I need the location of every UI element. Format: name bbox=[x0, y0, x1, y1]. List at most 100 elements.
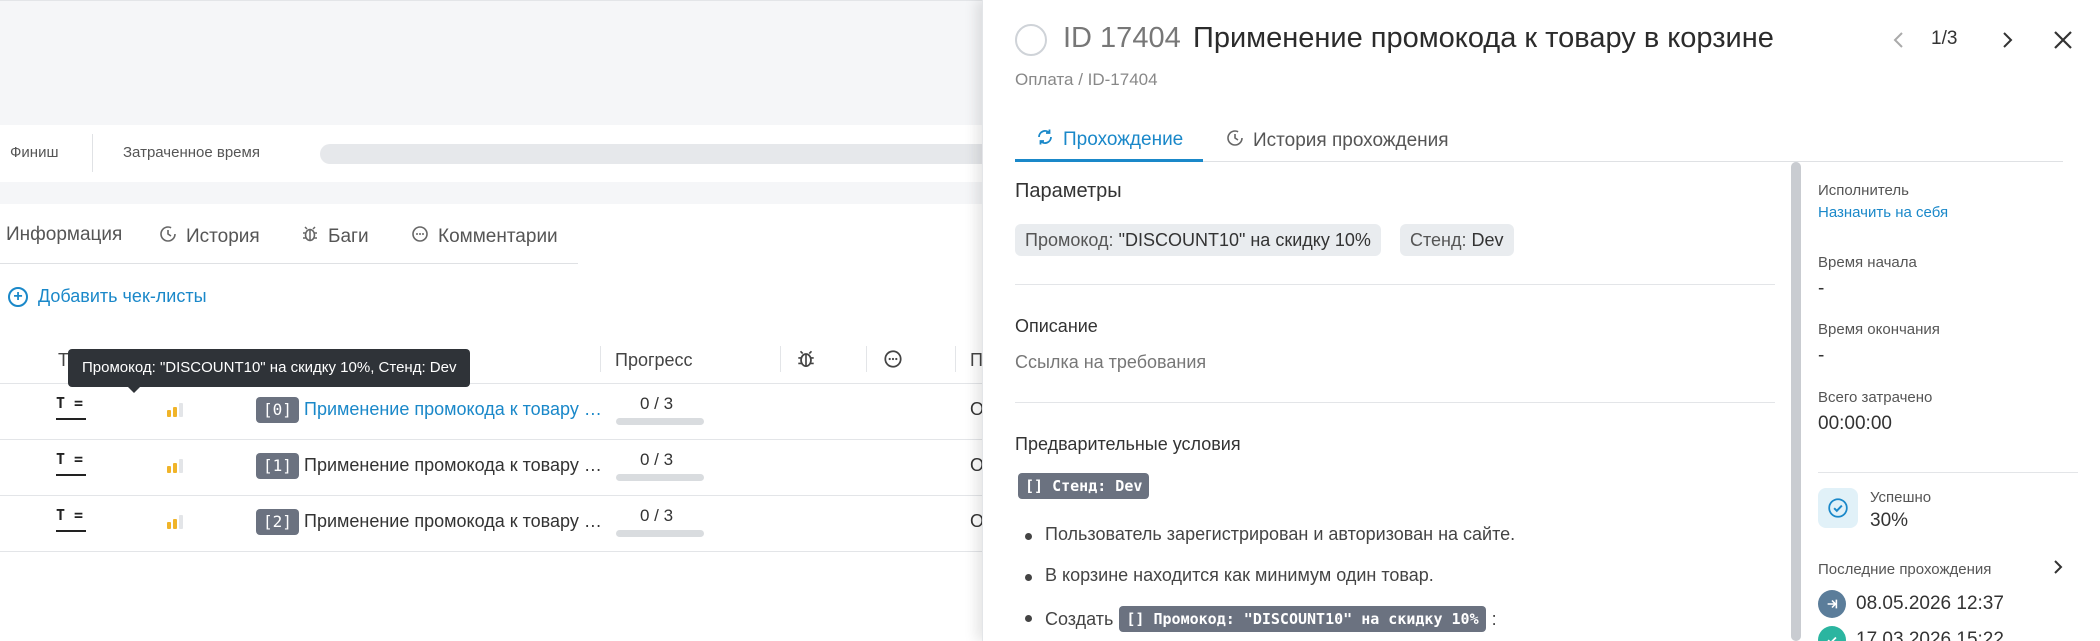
table-row[interactable]: T = [0] Применение промокода к товару в … bbox=[0, 384, 990, 440]
nav-counter: 1/3 bbox=[1931, 28, 1958, 49]
tab-information[interactable]: Информация bbox=[6, 224, 122, 246]
sync-icon bbox=[1035, 127, 1055, 153]
params-tooltip: Промокод: "DISCOUNT10" на скидку 10%, Ст… bbox=[68, 349, 471, 393]
divider bbox=[1015, 284, 1775, 285]
index-badge: [2] bbox=[256, 509, 299, 535]
priority-icon bbox=[167, 459, 183, 473]
run-sidebar: Исполнитель Назначить на себя Время нача… bbox=[1818, 162, 2078, 641]
time-spent-bar bbox=[320, 144, 1000, 164]
spacer-band bbox=[0, 182, 990, 204]
row-progress: 0 / 3 bbox=[640, 506, 674, 525]
time-spent-label: Затраченное время bbox=[123, 144, 260, 161]
comment-icon bbox=[882, 348, 904, 370]
index-badge: [0] bbox=[256, 397, 299, 423]
precondition-item: В корзине находится как минимум один тов… bbox=[1025, 565, 1434, 585]
run-datetime: 17.03.2026 15:22 bbox=[1856, 629, 2004, 641]
precondition-item: Пользователь зарегистрирован и авторизов… bbox=[1024, 524, 1516, 544]
tab-comments-label: Комментарии bbox=[438, 226, 558, 247]
scroll-thumb[interactable] bbox=[1791, 162, 1801, 641]
start-time-label: Время начала bbox=[1818, 254, 1917, 271]
param-value: "DISCOUNT10" на скидку 10% bbox=[1118, 230, 1371, 250]
tab-run[interactable]: Прохождение bbox=[1015, 120, 1204, 162]
success-check-icon bbox=[1818, 488, 1858, 528]
table-row[interactable]: T = [1] Применение промокода к товару в … bbox=[0, 440, 990, 496]
progress-bar bbox=[616, 418, 704, 425]
param-key: Стенд: bbox=[1410, 230, 1467, 250]
param-ref-chip: [] Промокод: "DISCOUNT10" на скидку 10% bbox=[1119, 606, 1486, 632]
column-last[interactable]: П bbox=[970, 350, 983, 371]
success-label: Успешно bbox=[1870, 489, 1932, 506]
divider bbox=[1818, 472, 2078, 473]
tab-history-label: История bbox=[186, 226, 260, 247]
add-checklists-label: Добавить чек-листы bbox=[38, 286, 207, 306]
history-icon bbox=[158, 224, 178, 250]
total-time-value: 00:00:00 bbox=[1818, 413, 1892, 434]
param-chip-stand: Стенд: Dev bbox=[1400, 224, 1514, 256]
text-type-icon: T = bbox=[56, 396, 88, 420]
param-chip-promo: Промокод: "DISCOUNT10" на скидку 10% bbox=[1015, 224, 1381, 256]
stat-separator bbox=[92, 134, 93, 172]
finish-label: Финиш bbox=[10, 144, 59, 161]
divider bbox=[1015, 402, 1775, 403]
scrollbar[interactable] bbox=[1791, 162, 1801, 641]
run-tabs: Информация История Баги Комментарии bbox=[0, 204, 578, 264]
bug-icon bbox=[795, 348, 817, 370]
param-key: Промокод: bbox=[1025, 230, 1114, 250]
row-title-link[interactable]: Применение промокода к товару в корзине bbox=[304, 399, 609, 420]
close-icon[interactable] bbox=[2049, 26, 2077, 54]
history-icon bbox=[1225, 128, 1245, 154]
start-time-value: - bbox=[1818, 278, 1825, 299]
row-title[interactable]: Применение промокода к товару в корзине bbox=[304, 511, 609, 532]
total-time-label: Всего затрачено bbox=[1818, 389, 1933, 406]
last-run-item[interactable]: 17.03.2026 15:22 bbox=[1818, 626, 2004, 641]
last-run-item[interactable]: 08.05.2026 12:37 bbox=[1818, 590, 2004, 618]
background-page: Финиш Затраченное время Информация Истор… bbox=[0, 0, 1000, 641]
tab-run-history-label: История прохождения bbox=[1253, 130, 1449, 151]
run-stats: Финиш Затраченное время bbox=[0, 125, 1000, 182]
column-separator bbox=[955, 346, 956, 372]
run-content: Параметры Промокод: "DISCOUNT10" на скид… bbox=[1015, 162, 1775, 641]
column-progress[interactable]: Прогресс bbox=[615, 350, 693, 371]
comment-icon bbox=[410, 224, 430, 250]
add-checklists-button[interactable]: + Добавить чек-листы bbox=[8, 286, 207, 307]
params-title: Параметры bbox=[1015, 180, 1122, 202]
tab-bugs-label: Баги bbox=[328, 226, 369, 247]
panel-tabs: Прохождение История прохождения bbox=[1015, 110, 2063, 162]
plus-circle-icon: + bbox=[8, 286, 28, 307]
bug-icon bbox=[300, 224, 320, 250]
table-row[interactable]: T = [2] Применение промокода к товару в … bbox=[0, 496, 990, 552]
create-suffix: : bbox=[1491, 608, 1497, 629]
breadcrumb[interactable]: Оплата / ID-17404 bbox=[1015, 70, 1158, 90]
column-separator bbox=[780, 346, 781, 372]
param-value: Dev bbox=[1471, 230, 1504, 250]
test-run-panel: ID 17404 Применение промокода к товару в… bbox=[982, 0, 2100, 641]
index-badge: [1] bbox=[256, 453, 299, 479]
assign-self-link[interactable]: Назначить на себя bbox=[1818, 204, 1948, 221]
header-band bbox=[0, 0, 990, 125]
param-ref-chip: [] Стенд: Dev bbox=[1018, 473, 1150, 499]
assignee-label: Исполнитель bbox=[1818, 182, 1909, 199]
run-status-icon bbox=[1818, 626, 1846, 641]
case-id: ID 17404 bbox=[1063, 22, 1181, 54]
last-runs-toggle[interactable]: Последние прохождения bbox=[1818, 557, 2068, 582]
status-circle[interactable] bbox=[1015, 24, 1047, 56]
description-title: Описание bbox=[1015, 316, 1098, 336]
run-datetime: 08.05.2026 12:37 bbox=[1856, 593, 2004, 614]
next-icon[interactable] bbox=[1995, 28, 2019, 52]
end-time-label: Время окончания bbox=[1818, 321, 1940, 338]
prev-icon[interactable] bbox=[1887, 28, 1911, 52]
tab-run-history[interactable]: История прохождения bbox=[1205, 120, 1469, 162]
text-type-icon: T = bbox=[56, 452, 88, 476]
tab-bugs[interactable]: Баги bbox=[300, 224, 369, 250]
progress-bar bbox=[616, 530, 704, 537]
tab-comments[interactable]: Комментарии bbox=[410, 224, 558, 250]
tab-history[interactable]: История bbox=[158, 224, 260, 250]
text-type-icon: T = bbox=[56, 508, 88, 532]
column-separator bbox=[600, 346, 601, 372]
precondition-item: Создать [] Промокод: "DISCOUNT10" на ски… bbox=[1025, 606, 1497, 632]
requirements-link[interactable]: Ссылка на требования bbox=[1015, 352, 1206, 373]
end-time-value: - bbox=[1818, 345, 1825, 366]
tab-run-label: Прохождение bbox=[1063, 128, 1184, 150]
row-title[interactable]: Применение промокода к товару в корзине bbox=[304, 455, 609, 476]
chevron-right-icon bbox=[2048, 557, 2068, 582]
